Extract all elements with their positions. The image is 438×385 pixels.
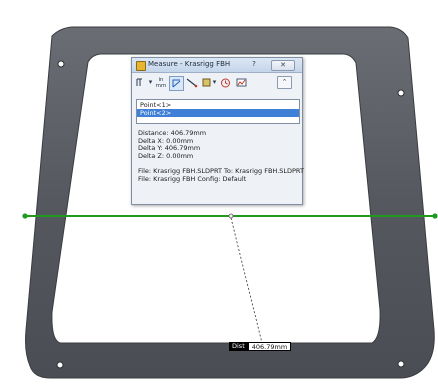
measure-dialog[interactable]: Measure - Krasrigg FBH ? ✕ ▾ in mm ▾ ⌃ P… bbox=[131, 57, 304, 205]
hole-top-right[interactable] bbox=[397, 89, 405, 97]
measure-toolbar: ▾ in mm ▾ ⌃ bbox=[135, 75, 299, 92]
projection-icon[interactable] bbox=[201, 76, 212, 89]
dimension-label: Dist bbox=[229, 342, 248, 351]
close-button[interactable]: ✕ bbox=[271, 60, 295, 71]
line-endpoint-right[interactable] bbox=[432, 213, 438, 219]
list-item[interactable]: Point<1> bbox=[137, 101, 299, 109]
line-endpoint-left[interactable] bbox=[22, 213, 28, 219]
dimension-value: 406.79mm bbox=[247, 342, 292, 351]
graphics-viewport[interactable]: Measure - Krasrigg FBH ? ✕ ▾ in mm ▾ ⌃ P… bbox=[0, 0, 438, 385]
delta-z-value: Delta Z: 0.00mm bbox=[138, 151, 194, 160]
create-sensor-icon[interactable] bbox=[235, 76, 248, 89]
dialog-title: Measure - Krasrigg FBH bbox=[148, 60, 231, 68]
collapse-button[interactable]: ⌃ bbox=[277, 76, 292, 89]
help-button[interactable]: ? bbox=[248, 60, 260, 69]
dialog-titlebar[interactable]: Measure - Krasrigg FBH ? ✕ bbox=[132, 58, 302, 73]
xyz-measurements-icon[interactable] bbox=[169, 76, 184, 91]
point-to-point-icon[interactable] bbox=[185, 76, 198, 89]
config-info-line: File: Krasrigg FBH Config: Default bbox=[138, 174, 247, 183]
measurement-history-icon[interactable] bbox=[219, 76, 232, 89]
hole-bottom-left[interactable] bbox=[56, 361, 64, 369]
measure-app-icon bbox=[136, 61, 146, 71]
units-button[interactable]: in mm bbox=[155, 76, 167, 90]
list-item-selected[interactable]: Point<2> bbox=[137, 109, 299, 117]
arc-options-dropdown-icon[interactable]: ▾ bbox=[148, 76, 153, 89]
hole-top-left[interactable] bbox=[57, 60, 65, 68]
arc-circle-options-icon[interactable] bbox=[135, 76, 148, 89]
selection-list[interactable]: Point<1> Point<2> bbox=[136, 99, 300, 124]
hole-bottom-right[interactable] bbox=[397, 360, 405, 368]
point-1-marker[interactable] bbox=[228, 213, 234, 219]
dimension-callout[interactable]: Dist 406.79mm bbox=[229, 342, 292, 351]
measure-results: Distance: 406.79mm Delta X: 0.00mm Delta… bbox=[138, 129, 304, 184]
projection-dropdown-icon[interactable]: ▾ bbox=[212, 76, 217, 89]
